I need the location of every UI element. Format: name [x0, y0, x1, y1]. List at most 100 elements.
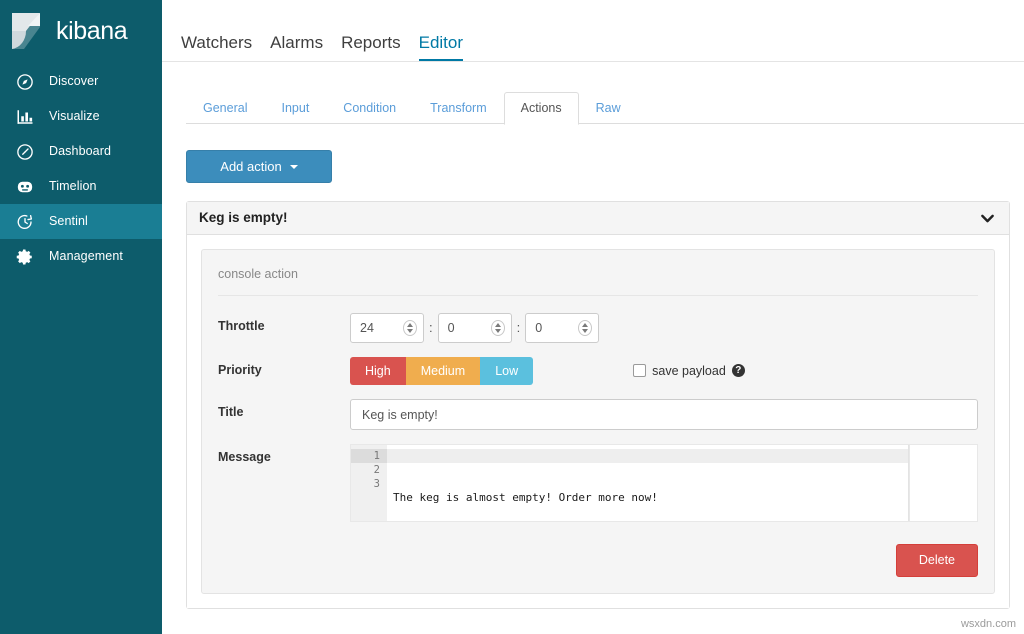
editor-line-number: 3 — [351, 477, 380, 491]
gear-icon — [14, 246, 35, 267]
bar-chart-icon — [14, 106, 35, 127]
subtab-condition[interactable]: Condition — [326, 92, 413, 125]
throttle-label: Throttle — [218, 313, 350, 333]
robot-face-icon — [14, 176, 35, 197]
watermark: wsxdn.com — [961, 618, 1016, 630]
caret-down-icon — [290, 165, 298, 169]
throttle-separator: : — [512, 320, 526, 335]
throttle-row: Throttle 24 : — [218, 313, 978, 343]
priority-label: Priority — [218, 357, 350, 377]
sidebar-item-label: Sentinl — [49, 215, 88, 228]
priority-button-group: High Medium Low — [350, 357, 533, 386]
title-row: Title Keg is empty! — [218, 399, 978, 430]
sidebar-item-dashboard[interactable]: Dashboard — [0, 134, 162, 169]
app-root: kibana Discover — [0, 0, 1024, 634]
editor-print-margin — [908, 445, 909, 521]
sub-tab-bar: General Input Condition Transform Action… — [162, 62, 1024, 124]
save-payload-label: save payload — [652, 364, 726, 378]
save-payload-group: save payload ? — [633, 364, 745, 378]
editor-code-line: The keg is almost empty! Order more now! — [393, 491, 909, 505]
priority-medium-button[interactable]: Medium — [406, 357, 480, 386]
subtab-actions[interactable]: Actions — [504, 92, 579, 126]
sidebar: kibana Discover — [0, 0, 162, 634]
spin-up-icon — [407, 323, 413, 327]
console-action-subtitle: console action — [218, 264, 978, 296]
action-panel-body: console action Throttle 24 — [187, 235, 1009, 608]
main-area: Watchers Alarms Reports Editor General I… — [162, 0, 1024, 634]
spin-up-icon — [495, 323, 501, 327]
priority-fields: High Medium Low save payload ? — [350, 357, 978, 386]
brand-name: kibana — [56, 19, 127, 44]
message-code-editor[interactable]: 1 2 3 The keg is almost empty! Order mor… — [350, 444, 978, 522]
console-action-card: console action Throttle 24 — [201, 249, 995, 594]
question-circle-icon[interactable]: ? — [732, 364, 745, 377]
delete-row: Delete — [218, 536, 978, 577]
editor-active-line — [387, 449, 909, 463]
editor-line-number: 2 — [351, 463, 380, 477]
editor-line-number: 1 — [351, 449, 387, 463]
title-input-value: Keg is empty! — [362, 408, 438, 422]
title-input[interactable]: Keg is empty! — [350, 399, 978, 430]
compass-icon — [14, 71, 35, 92]
sidebar-item-label: Management — [49, 250, 123, 263]
subtab-transform[interactable]: Transform — [413, 92, 504, 125]
throttle-seconds-value: 0 — [535, 321, 542, 335]
brand[interactable]: kibana — [0, 0, 162, 62]
spin-up-icon — [582, 323, 588, 327]
title-label: Title — [218, 399, 350, 419]
add-action-button[interactable]: Add action — [186, 150, 332, 183]
editor-code-area[interactable]: The keg is almost empty! Order more now!… — [387, 445, 909, 521]
tab-editor[interactable]: Editor — [410, 34, 472, 61]
throttle-minutes-value: 0 — [448, 321, 455, 335]
throttle-hours-value: 24 — [360, 321, 374, 335]
throttle-fields: 24 : 0 — [350, 313, 978, 343]
throttle-minutes-input[interactable]: 0 — [438, 313, 512, 343]
tab-watchers[interactable]: Watchers — [172, 34, 261, 61]
tab-alarms[interactable]: Alarms — [261, 34, 332, 61]
sidebar-nav: Discover Visualize — [0, 64, 162, 274]
editor-gutter: 1 2 3 — [351, 445, 387, 521]
gauge-icon — [14, 141, 35, 162]
priority-low-button[interactable]: Low — [480, 357, 533, 386]
throttle-seconds-input[interactable]: 0 — [525, 313, 599, 343]
tab-reports[interactable]: Reports — [332, 34, 410, 61]
message-label: Message — [218, 444, 350, 464]
kibana-logo-icon — [10, 13, 44, 49]
delete-button[interactable]: Delete — [896, 544, 978, 577]
add-action-label: Add action — [220, 160, 281, 173]
sidebar-item-timelion[interactable]: Timelion — [0, 169, 162, 204]
action-panel: Keg is empty! console action Throttle — [186, 201, 1010, 609]
spinner-icon[interactable] — [578, 320, 592, 336]
sidebar-item-management[interactable]: Management — [0, 239, 162, 274]
content-area: Add action Keg is empty! console action — [162, 124, 1024, 609]
spin-down-icon — [495, 329, 501, 333]
spin-down-icon — [582, 329, 588, 333]
sidebar-item-label: Timelion — [49, 180, 97, 193]
sidebar-item-sentinl[interactable]: Sentinl — [0, 204, 162, 239]
action-panel-title: Keg is empty! — [199, 211, 288, 225]
priority-high-button[interactable]: High — [350, 357, 406, 386]
save-payload-checkbox[interactable] — [633, 364, 646, 377]
chevron-down-icon[interactable] — [980, 211, 995, 226]
stopwatch-icon — [14, 211, 35, 232]
spin-down-icon — [407, 329, 413, 333]
sidebar-item-label: Visualize — [49, 110, 100, 123]
spinner-icon[interactable] — [403, 320, 417, 336]
sidebar-item-visualize[interactable]: Visualize — [0, 99, 162, 134]
title-field-wrap: Keg is empty! — [350, 399, 978, 430]
throttle-separator: : — [424, 320, 438, 335]
sidebar-item-label: Discover — [49, 75, 98, 88]
spinner-icon[interactable] — [491, 320, 505, 336]
sub-tab-list: General Input Condition Transform Action… — [186, 87, 1024, 124]
subtab-general[interactable]: General — [186, 92, 264, 125]
editor-scroll-region[interactable] — [909, 445, 977, 521]
sidebar-item-discover[interactable]: Discover — [0, 64, 162, 99]
throttle-hours-input[interactable]: 24 — [350, 313, 424, 343]
priority-row: Priority High Medium Low save payload — [218, 357, 978, 386]
message-row: Message 1 2 3 — [218, 444, 978, 522]
top-nav: Watchers Alarms Reports Editor — [162, 0, 1024, 62]
action-panel-header[interactable]: Keg is empty! — [187, 202, 1009, 235]
subtab-raw[interactable]: Raw — [579, 92, 638, 125]
message-field-wrap: 1 2 3 The keg is almost empty! Order mor… — [350, 444, 978, 522]
subtab-input[interactable]: Input — [264, 92, 326, 125]
